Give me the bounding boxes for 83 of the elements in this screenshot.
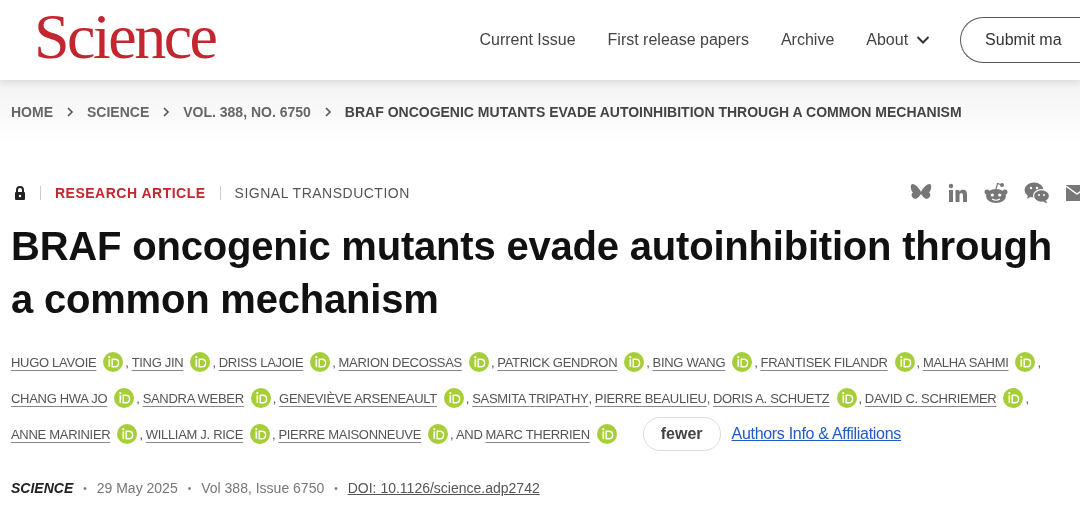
separator: , — [588, 390, 592, 406]
chevron-right-icon — [323, 107, 332, 117]
science-logo[interactable]: Science — [34, 5, 216, 69]
author-link[interactable]: DORIS A. SCHUETZ — [712, 390, 830, 406]
author-link[interactable]: HUGO LAVOIE — [11, 354, 97, 370]
separator: , — [272, 426, 276, 442]
separator: , — [1025, 390, 1029, 406]
orcid-icon[interactable] — [117, 424, 138, 444]
author-link[interactable]: WILLIAM J. RICE — [145, 426, 244, 442]
author-link[interactable]: MARION DECOSSAS — [338, 354, 462, 370]
orcid-icon[interactable] — [428, 424, 449, 444]
orcid-icon[interactable] — [250, 424, 271, 444]
separator: , — [1037, 354, 1041, 370]
journal-name: SCIENCE — [11, 480, 74, 496]
reddit-icon[interactable] — [984, 182, 1008, 204]
article-subject[interactable]: SIGNAL TRANSDUCTION — [234, 185, 410, 201]
nav-link[interactable]: Current Issue — [479, 31, 576, 49]
author-link[interactable]: PIERRE BEAULIEU — [594, 390, 707, 406]
author-link[interactable]: FRANTISEK FILANDR — [760, 354, 888, 370]
chevron-right-icon — [162, 107, 171, 117]
author-link[interactable]: DRISS LAJOIE — [218, 354, 304, 370]
breadcrumb-link[interactable]: HOME — [11, 104, 53, 120]
author-link[interactable]: MALHA SAHMI — [922, 354, 1009, 370]
breadcrumb-link[interactable]: VOL. 388, NO. 6750 — [183, 104, 311, 120]
issue-info: Vol 388, Issue 6750 — [201, 480, 325, 496]
submit-button[interactable]: Submit ma — [960, 17, 1080, 63]
separator: , — [490, 354, 495, 370]
author-link[interactable]: SASMITA TRIPATHY — [472, 390, 589, 406]
linkedin-icon[interactable] — [948, 183, 968, 203]
author-link[interactable]: DAVID C. SCHRIEMER — [864, 390, 997, 406]
fewer-button[interactable]: fewer — [642, 417, 721, 451]
separator: , — [706, 390, 710, 406]
separator: , AND — [450, 426, 483, 442]
nav-link[interactable]: First release papers — [607, 31, 749, 49]
author-link[interactable]: PIERRE MAISONNEUVE — [278, 426, 422, 442]
author-link[interactable]: PATRICK GENDRON — [497, 354, 618, 370]
orcid-icon[interactable] — [732, 352, 753, 372]
dot-separator: • — [83, 482, 87, 494]
separator: , — [136, 390, 140, 406]
author-link[interactable]: BING WANG — [652, 354, 726, 370]
author-link[interactable]: TING JIN — [131, 354, 184, 370]
orcid-icon[interactable] — [443, 388, 464, 408]
separator: , — [272, 390, 277, 406]
author-link[interactable]: SANDRA WEBER — [142, 390, 244, 406]
nav-link[interactable]: About — [866, 31, 931, 49]
separator: , — [754, 354, 758, 370]
breadcrumb-link[interactable]: BRAF ONCOGENIC MUTANTS EVADE AUTOINHIBITION THROUGH A COMMON MECHANISM — [344, 104, 962, 120]
mail-icon[interactable] — [1066, 185, 1080, 201]
dot-separator: • — [334, 482, 338, 494]
orcid-icon[interactable] — [468, 352, 489, 372]
author-link[interactable]: CHANG HWA JO — [11, 390, 108, 406]
article-title: BRAF oncogenic mutants evade autoinhibition through a common mechanism — [11, 223, 1053, 323]
orcid-icon[interactable] — [1015, 352, 1036, 372]
orcid-icon[interactable] — [596, 424, 617, 444]
separator: , — [465, 390, 470, 406]
separator: , — [916, 354, 920, 370]
chevron-right-icon — [66, 107, 74, 117]
separator: , — [125, 354, 129, 370]
orcid-icon[interactable] — [114, 388, 135, 408]
article-type[interactable]: RESEARCH ARTICLE — [55, 185, 206, 201]
author-link[interactable]: GENEVIÈVE ARSENEAULT — [279, 390, 437, 406]
orcid-icon[interactable] — [836, 388, 857, 408]
orcid-icon[interactable] — [250, 388, 271, 408]
orcid-icon[interactable] — [624, 352, 645, 372]
affiliations-link[interactable]: Authors Info & Affiliations — [731, 425, 902, 443]
separator: , — [332, 354, 336, 370]
nav-link[interactable]: Archive — [780, 31, 835, 49]
separator: , — [646, 354, 650, 370]
orcid-icon[interactable] — [310, 352, 331, 372]
orcid-icon[interactable] — [190, 352, 211, 372]
publication-date: 29 May 2025 — [96, 480, 178, 496]
separator: , — [212, 354, 216, 370]
doi-link[interactable]: DOI: 10.1126/science.adp2742 — [347, 480, 540, 496]
separator: , — [858, 390, 862, 406]
author-link[interactable]: ANNE MARINIER — [11, 426, 111, 442]
dot-separator: • — [187, 482, 192, 494]
orcid-icon[interactable] — [103, 352, 124, 372]
author-link[interactable]: MARC THERRIEN — [485, 426, 590, 442]
chat-bubbles-icon[interactable] — [1024, 182, 1050, 204]
orcid-icon[interactable] — [894, 352, 915, 372]
breadcrumb-link[interactable]: SCIENCE — [87, 104, 150, 120]
orcid-icon[interactable] — [1003, 388, 1024, 408]
separator: , — [139, 426, 143, 442]
